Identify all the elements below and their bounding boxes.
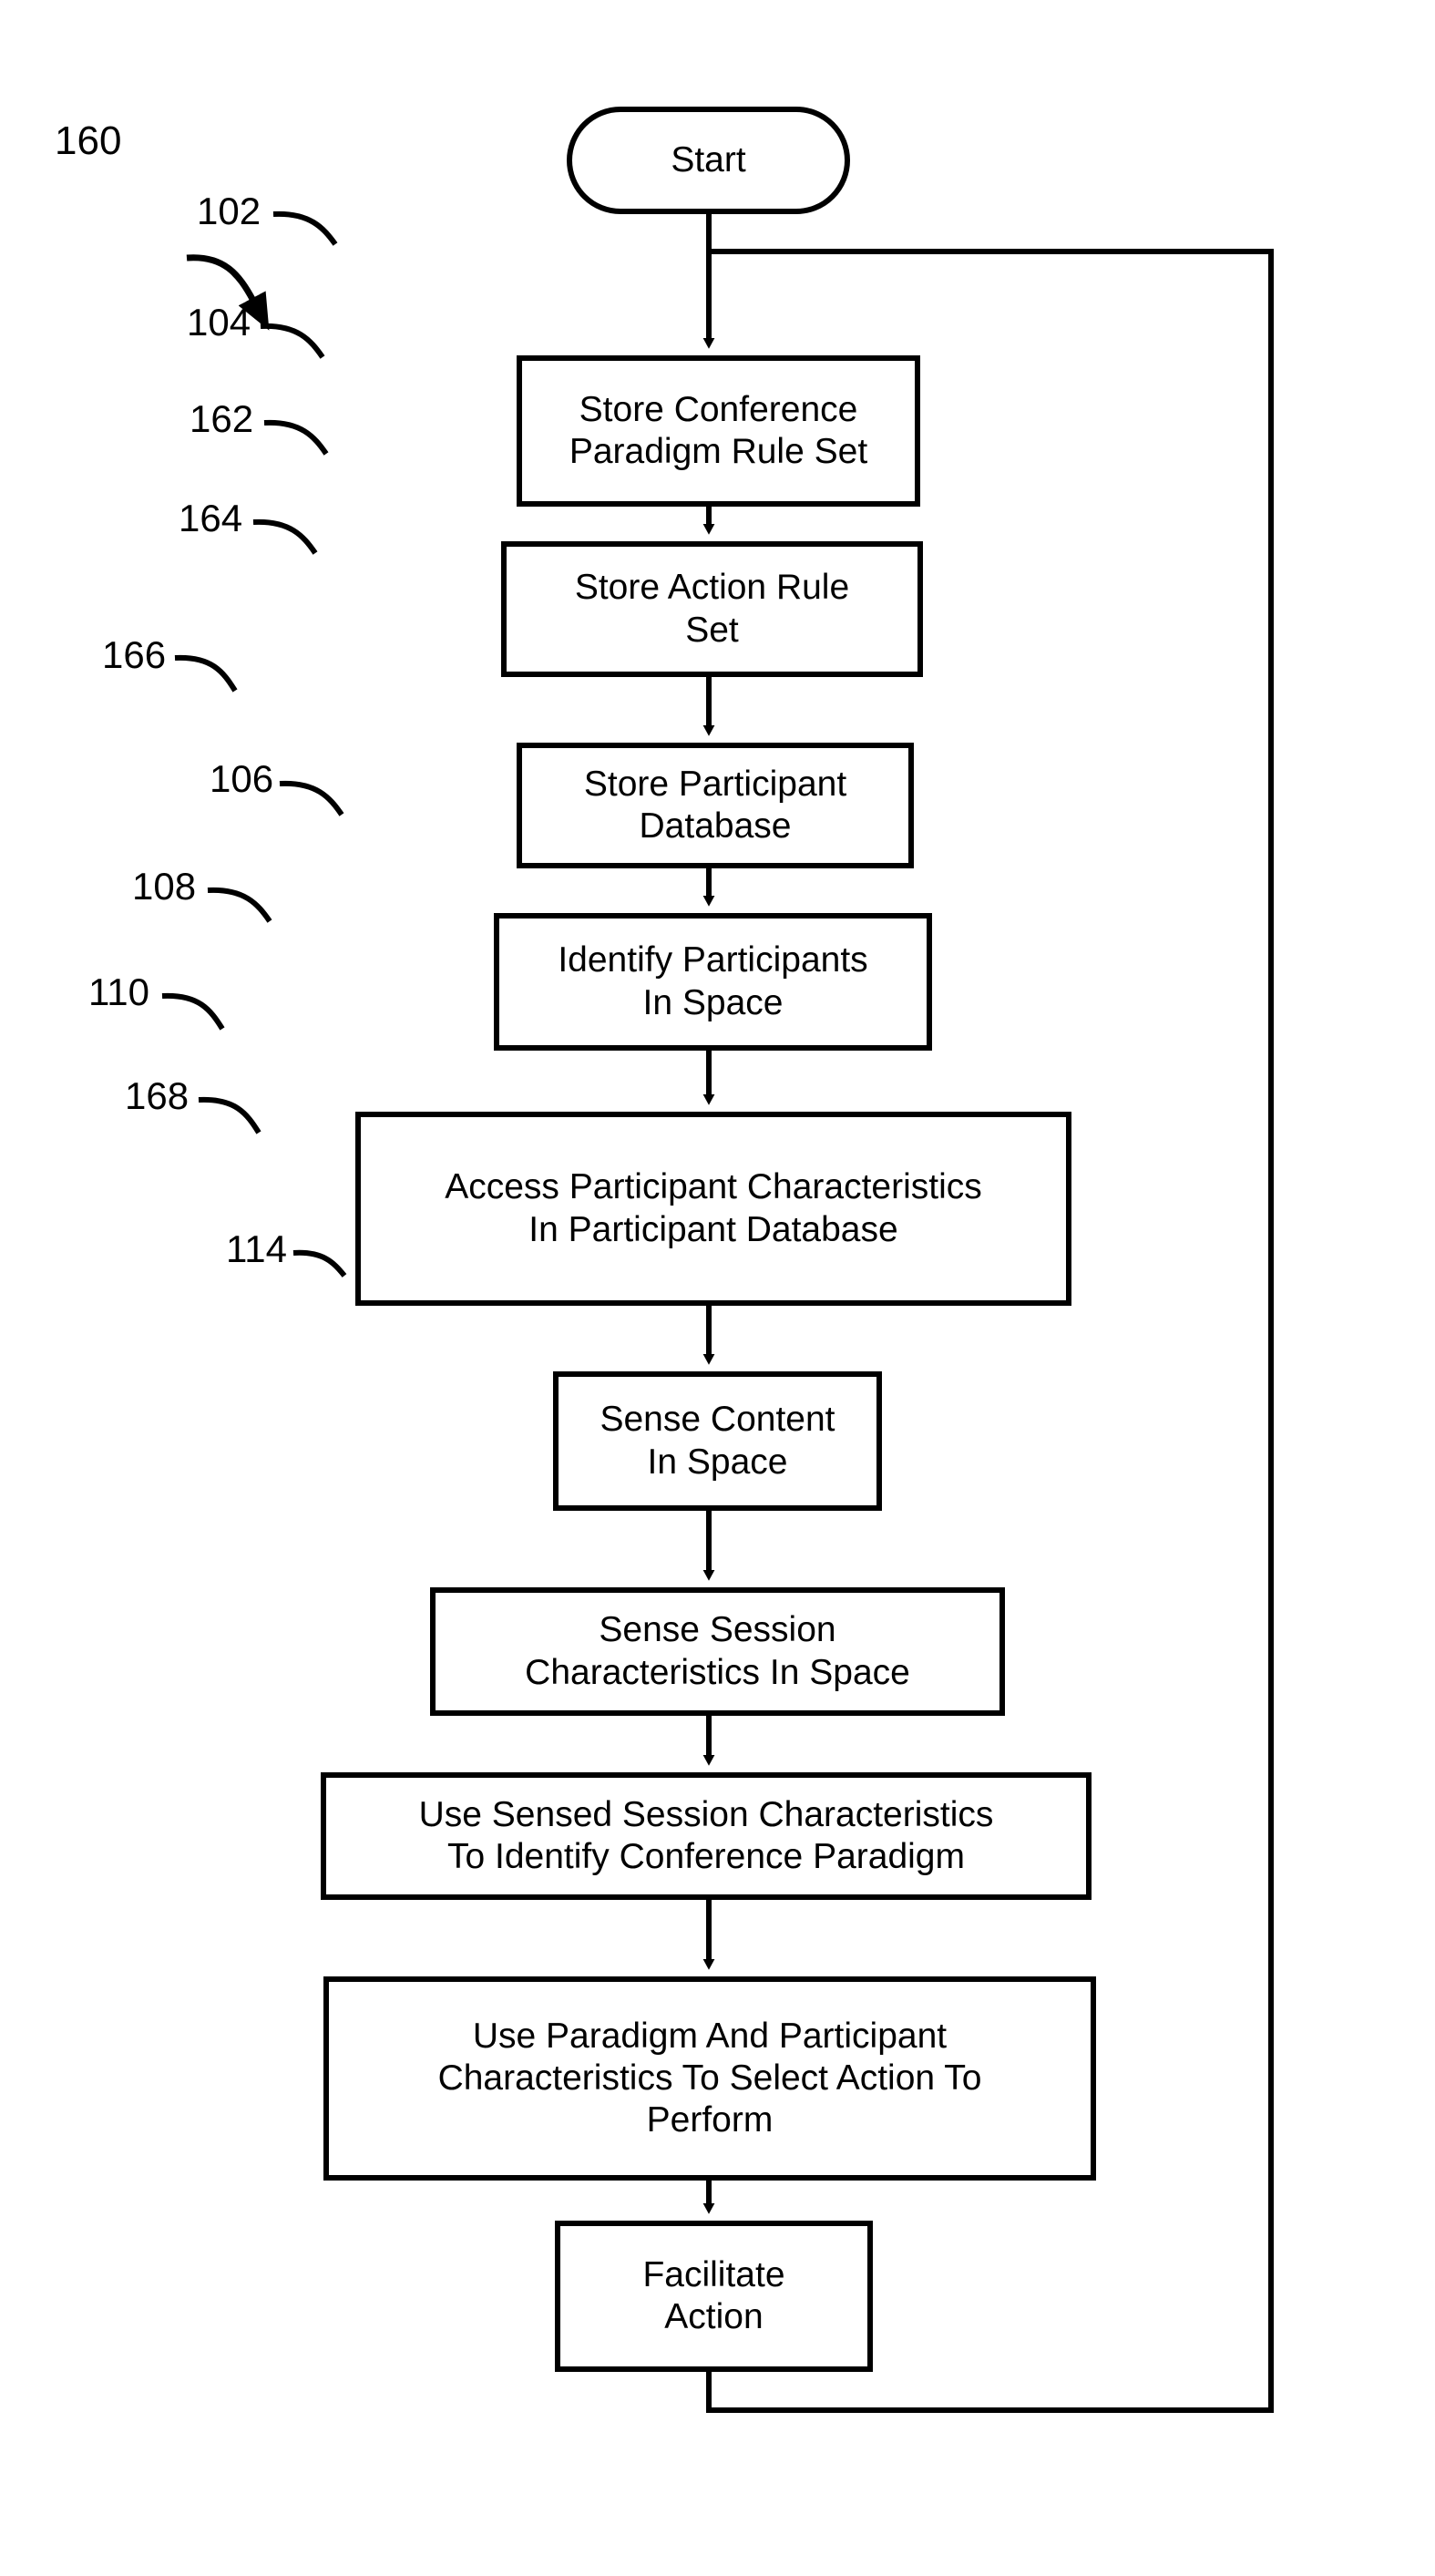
process-box-162 bbox=[517, 743, 914, 868]
process-box-102 bbox=[517, 355, 920, 507]
reference-numeral-114: 114 bbox=[226, 1227, 287, 1270]
leader-line-114 bbox=[292, 1249, 347, 1278]
node-shapes bbox=[321, 107, 1096, 2372]
figure-pointer-arrow bbox=[186, 254, 270, 331]
figure-reference-160: 160 bbox=[55, 118, 122, 163]
process-box-104 bbox=[501, 541, 923, 677]
figure-pointer bbox=[186, 254, 270, 331]
reference-numeral-166: 166 bbox=[102, 633, 167, 676]
process-box-166 bbox=[355, 1112, 1071, 1306]
leader-line-102 bbox=[272, 210, 338, 246]
leader-line-162 bbox=[263, 419, 329, 456]
process-box-168 bbox=[323, 1976, 1096, 2181]
process-box-106 bbox=[553, 1371, 882, 1511]
leader-line-110 bbox=[161, 992, 225, 1031]
reference-numeral-104: 104 bbox=[187, 301, 251, 344]
process-box-110 bbox=[321, 1772, 1092, 1900]
leader-line-168 bbox=[198, 1096, 261, 1134]
start-terminator-shape bbox=[567, 107, 850, 214]
flowchart-canvas: 160 Start Store Conference Paradigm Rule… bbox=[0, 0, 1435, 2576]
reference-leader-lines bbox=[161, 210, 347, 1278]
reference-numeral-102: 102 bbox=[197, 190, 261, 232]
process-box-114 bbox=[555, 2221, 873, 2372]
reference-numeral-106: 106 bbox=[210, 757, 274, 800]
reference-numeral-162: 162 bbox=[190, 397, 254, 440]
process-box-164 bbox=[494, 913, 932, 1051]
reference-numeral-164: 164 bbox=[179, 497, 243, 539]
leader-line-108 bbox=[207, 887, 272, 923]
reference-numeral-168: 168 bbox=[125, 1074, 190, 1117]
leader-line-104 bbox=[260, 323, 325, 359]
process-box-108 bbox=[430, 1587, 1005, 1716]
flowchart-vector-layer bbox=[161, 107, 1274, 2413]
reference-numeral-110: 110 bbox=[88, 970, 149, 1013]
leader-line-166 bbox=[174, 654, 238, 693]
leader-line-164 bbox=[252, 518, 318, 555]
reference-numeral-108: 108 bbox=[132, 865, 197, 908]
leader-line-106 bbox=[279, 780, 344, 816]
